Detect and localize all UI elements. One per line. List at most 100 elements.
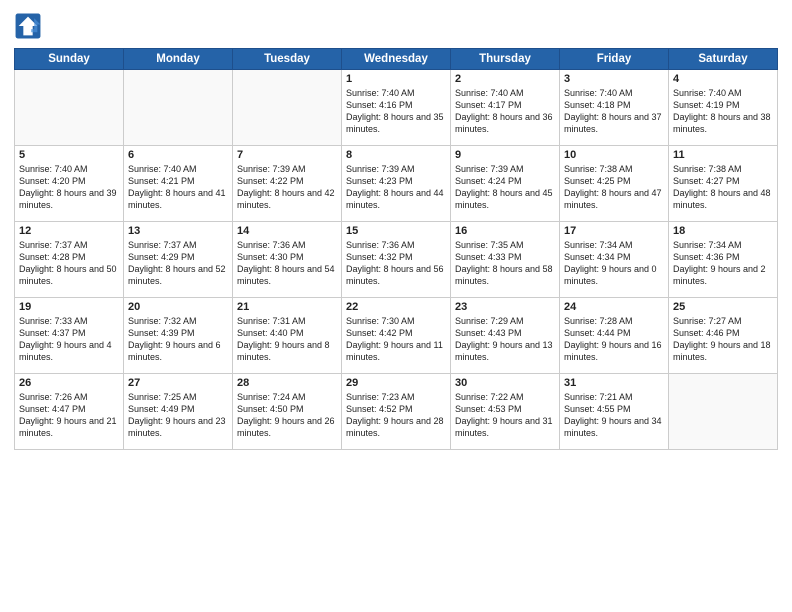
week-row-5: 26 Sunrise: 7:26 AMSunset: 4:47 PMDayligh… bbox=[15, 374, 778, 450]
calendar-cell: 31 Sunrise: 7:21 AMSunset: 4:55 PMDayligh… bbox=[560, 374, 669, 450]
cell-content: Sunrise: 7:26 AMSunset: 4:47 PMDaylight:… bbox=[19, 391, 119, 440]
calendar-cell: 14Sunrise: 7:36 AMSunset: 4:30 PMDayligh… bbox=[233, 222, 342, 298]
calendar-cell: 6 Sunrise: 7:40 AMSunset: 4:21 PMDaylight… bbox=[124, 146, 233, 222]
calendar-cell: 20 Sunrise: 7:32 AMSunset: 4:39 PMDayligh… bbox=[124, 298, 233, 374]
calendar-cell: 25Sunrise: 7:27 AMSunset: 4:46 PMDayligh… bbox=[669, 298, 778, 374]
cell-date: 28 bbox=[237, 377, 337, 389]
day-header-wednesday: Wednesday bbox=[342, 49, 451, 70]
calendar-cell: 24 Sunrise: 7:28 AMSunset: 4:44 PMDayligh… bbox=[560, 298, 669, 374]
cell-content: Sunrise: 7:37 AMSunset: 4:29 PMDaylight:… bbox=[128, 239, 228, 288]
cell-content: Sunrise: 7:23 AMSunset: 4:52 PMDaylight:… bbox=[346, 391, 446, 440]
cell-date: 6 bbox=[128, 149, 228, 161]
calendar-container: SundayMondayTuesdayWednesdayThursdayFrid… bbox=[0, 0, 792, 612]
calendar-cell: 11 Sunrise: 7:38 AMSunset: 4:27 PMDayligh… bbox=[669, 146, 778, 222]
calendar-cell: 27 Sunrise: 7:25 AMSunset: 4:49 PMDayligh… bbox=[124, 374, 233, 450]
calendar-cell: 19 Sunrise: 7:33 AMSunset: 4:37 PMDayligh… bbox=[15, 298, 124, 374]
cell-date: 7 bbox=[237, 149, 337, 161]
cell-date: 4 bbox=[673, 73, 773, 85]
cell-content: Sunrise: 7:40 AMSunset: 4:16 PMDaylight:… bbox=[346, 87, 446, 136]
calendar-cell: 8 Sunrise: 7:39 AMSunset: 4:23 PMDaylight… bbox=[342, 146, 451, 222]
logo-icon bbox=[14, 12, 42, 40]
day-header-thursday: Thursday bbox=[451, 49, 560, 70]
cell-content: Sunrise: 7:31 AMSunset: 4:40 PMDaylight:… bbox=[237, 315, 337, 364]
calendar-cell bbox=[124, 70, 233, 146]
calendar-cell: 18Sunrise: 7:34 AMSunset: 4:36 PMDayligh… bbox=[669, 222, 778, 298]
calendar-cell: 29 Sunrise: 7:23 AMSunset: 4:52 PMDayligh… bbox=[342, 374, 451, 450]
cell-date: 10 bbox=[564, 149, 664, 161]
calendar-cell: 1 Sunrise: 7:40 AMSunset: 4:16 PMDaylight… bbox=[342, 70, 451, 146]
day-header-monday: Monday bbox=[124, 49, 233, 70]
header bbox=[14, 12, 778, 40]
cell-date: 12 bbox=[19, 225, 119, 237]
cell-content: Sunrise: 7:24 AMSunset: 4:50 PMDaylight:… bbox=[237, 391, 337, 440]
cell-content: Sunrise: 7:38 AMSunset: 4:25 PMDaylight:… bbox=[564, 163, 664, 212]
cell-date: 1 bbox=[346, 73, 446, 85]
cell-content: Sunrise: 7:37 AMSunset: 4:28 PMDaylight:… bbox=[19, 239, 119, 288]
cell-date: 30 bbox=[455, 377, 555, 389]
cell-date: 3 bbox=[564, 73, 664, 85]
calendar-cell: 16 Sunrise: 7:35 AMSunset: 4:33 PMDayligh… bbox=[451, 222, 560, 298]
calendar-cell: 22Sunrise: 7:30 AMSunset: 4:42 PMDayligh… bbox=[342, 298, 451, 374]
calendar-cell: 4 Sunrise: 7:40 AMSunset: 4:19 PMDaylight… bbox=[669, 70, 778, 146]
calendar-cell: 17 Sunrise: 7:34 AMSunset: 4:34 PMDayligh… bbox=[560, 222, 669, 298]
day-header-saturday: Saturday bbox=[669, 49, 778, 70]
cell-date: 21 bbox=[237, 301, 337, 313]
cell-content: Sunrise: 7:36 AMSunset: 4:32 PMDaylight:… bbox=[346, 239, 446, 288]
cell-content: Sunrise: 7:34 AMSunset: 4:34 PMDaylight:… bbox=[564, 239, 664, 288]
cell-date: 8 bbox=[346, 149, 446, 161]
cell-date: 13 bbox=[128, 225, 228, 237]
cell-date: 20 bbox=[128, 301, 228, 313]
calendar-cell: 30Sunrise: 7:22 AMSunset: 4:53 PMDayligh… bbox=[451, 374, 560, 450]
calendar-cell: 2 Sunrise: 7:40 AMSunset: 4:17 PMDaylight… bbox=[451, 70, 560, 146]
cell-date: 31 bbox=[564, 377, 664, 389]
day-header-sunday: Sunday bbox=[15, 49, 124, 70]
cell-content: Sunrise: 7:35 AMSunset: 4:33 PMDaylight:… bbox=[455, 239, 555, 288]
cell-content: Sunrise: 7:38 AMSunset: 4:27 PMDaylight:… bbox=[673, 163, 773, 212]
cell-date: 22 bbox=[346, 301, 446, 313]
logo bbox=[14, 12, 46, 40]
week-row-1: 1 Sunrise: 7:40 AMSunset: 4:16 PMDaylight… bbox=[15, 70, 778, 146]
cell-date: 15 bbox=[346, 225, 446, 237]
cell-content: Sunrise: 7:21 AMSunset: 4:55 PMDaylight:… bbox=[564, 391, 664, 440]
calendar-cell: 15 Sunrise: 7:36 AMSunset: 4:32 PMDayligh… bbox=[342, 222, 451, 298]
cell-date: 18 bbox=[673, 225, 773, 237]
cell-date: 2 bbox=[455, 73, 555, 85]
cell-date: 26 bbox=[19, 377, 119, 389]
day-header-friday: Friday bbox=[560, 49, 669, 70]
calendar-cell: 10 Sunrise: 7:38 AMSunset: 4:25 PMDayligh… bbox=[560, 146, 669, 222]
calendar-cell: 13 Sunrise: 7:37 AMSunset: 4:29 PMDayligh… bbox=[124, 222, 233, 298]
cell-date: 16 bbox=[455, 225, 555, 237]
cell-date: 9 bbox=[455, 149, 555, 161]
day-header-row: SundayMondayTuesdayWednesdayThursdayFrid… bbox=[15, 49, 778, 70]
cell-content: Sunrise: 7:29 AMSunset: 4:43 PMDaylight:… bbox=[455, 315, 555, 364]
week-row-3: 12 Sunrise: 7:37 AMSunset: 4:28 PMDayligh… bbox=[15, 222, 778, 298]
cell-date: 5 bbox=[19, 149, 119, 161]
calendar-cell: 9 Sunrise: 7:39 AMSunset: 4:24 PMDaylight… bbox=[451, 146, 560, 222]
cell-date: 14 bbox=[237, 225, 337, 237]
cell-content: Sunrise: 7:40 AMSunset: 4:17 PMDaylight:… bbox=[455, 87, 555, 136]
cell-content: Sunrise: 7:40 AMSunset: 4:19 PMDaylight:… bbox=[673, 87, 773, 136]
calendar-cell: 5 Sunrise: 7:40 AMSunset: 4:20 PMDaylight… bbox=[15, 146, 124, 222]
cell-date: 29 bbox=[346, 377, 446, 389]
cell-content: Sunrise: 7:25 AMSunset: 4:49 PMDaylight:… bbox=[128, 391, 228, 440]
calendar-cell: 26 Sunrise: 7:26 AMSunset: 4:47 PMDayligh… bbox=[15, 374, 124, 450]
cell-date: 11 bbox=[673, 149, 773, 161]
cell-date: 19 bbox=[19, 301, 119, 313]
calendar-cell bbox=[15, 70, 124, 146]
cell-date: 17 bbox=[564, 225, 664, 237]
cell-content: Sunrise: 7:39 AMSunset: 4:23 PMDaylight:… bbox=[346, 163, 446, 212]
calendar-cell: 28 Sunrise: 7:24 AMSunset: 4:50 PMDayligh… bbox=[233, 374, 342, 450]
cell-date: 27 bbox=[128, 377, 228, 389]
cell-content: Sunrise: 7:40 AMSunset: 4:21 PMDaylight:… bbox=[128, 163, 228, 212]
calendar-cell: 21 Sunrise: 7:31 AMSunset: 4:40 PMDayligh… bbox=[233, 298, 342, 374]
cell-content: Sunrise: 7:39 AMSunset: 4:24 PMDaylight:… bbox=[455, 163, 555, 212]
cell-date: 23 bbox=[455, 301, 555, 313]
cell-content: Sunrise: 7:28 AMSunset: 4:44 PMDaylight:… bbox=[564, 315, 664, 364]
week-row-2: 5 Sunrise: 7:40 AMSunset: 4:20 PMDaylight… bbox=[15, 146, 778, 222]
cell-content: Sunrise: 7:40 AMSunset: 4:20 PMDaylight:… bbox=[19, 163, 119, 212]
calendar-cell: 7Sunrise: 7:39 AMSunset: 4:22 PMDaylight… bbox=[233, 146, 342, 222]
cell-date: 24 bbox=[564, 301, 664, 313]
cell-content: Sunrise: 7:33 AMSunset: 4:37 PMDaylight:… bbox=[19, 315, 119, 364]
cell-content: Sunrise: 7:32 AMSunset: 4:39 PMDaylight:… bbox=[128, 315, 228, 364]
cell-content: Sunrise: 7:40 AMSunset: 4:18 PMDaylight:… bbox=[564, 87, 664, 136]
